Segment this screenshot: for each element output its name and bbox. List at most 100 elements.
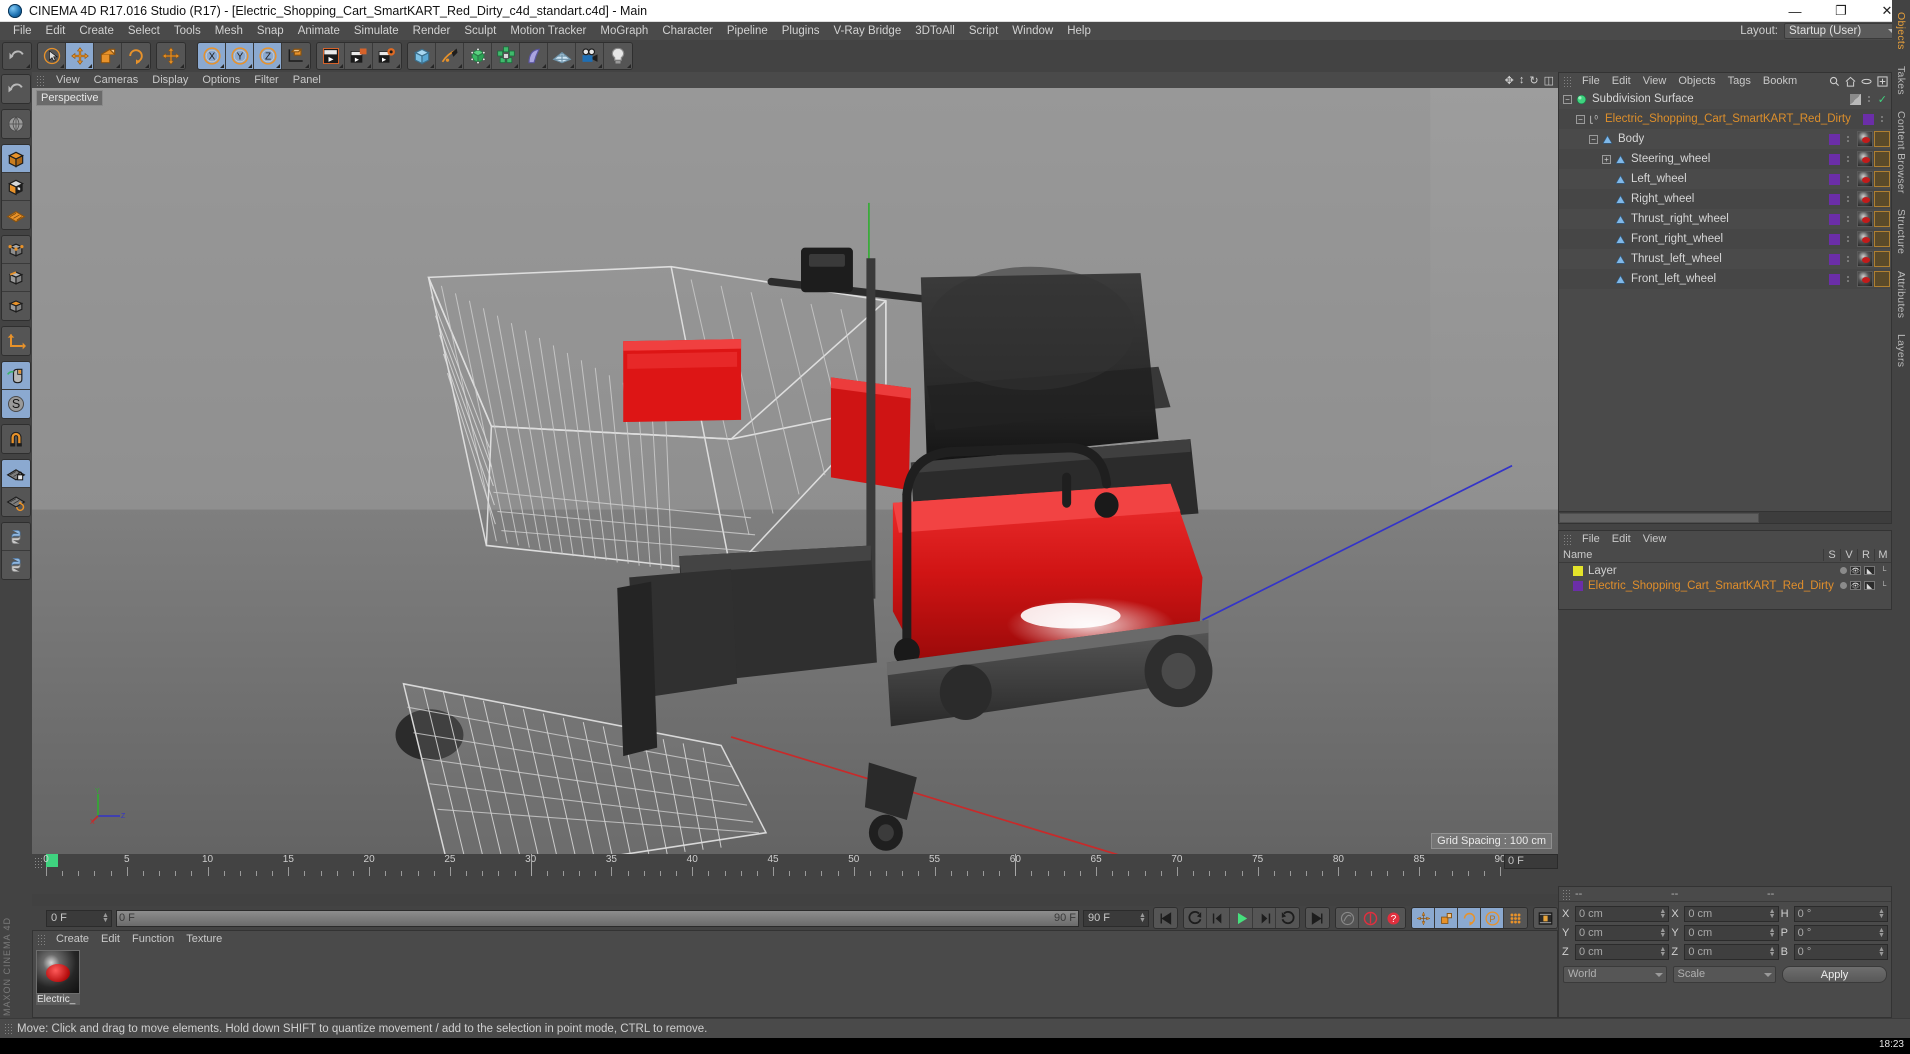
uv-tag[interactable] (1874, 211, 1890, 227)
collapse-node-icon[interactable]: − (1563, 94, 1572, 104)
rotate-tool-button[interactable] (122, 43, 150, 69)
material-thumbnail[interactable] (36, 950, 80, 994)
snap-magnet-button[interactable] (2, 425, 30, 453)
render-view-button[interactable] (317, 43, 345, 69)
visibility-dots[interactable] (1844, 256, 1852, 262)
menu-character[interactable]: Character (655, 22, 720, 40)
panel-grip-icon[interactable] (34, 857, 43, 870)
matmgr-menu-function[interactable]: Function (126, 931, 180, 947)
menu-mesh[interactable]: Mesh (208, 22, 250, 40)
coordinate-system-select[interactable]: World (1563, 966, 1667, 983)
menu-create[interactable]: Create (72, 22, 121, 40)
restore-button[interactable]: ❐ (1818, 0, 1864, 22)
make-editable-button[interactable] (2, 110, 30, 138)
layer-row[interactable]: Layer 👁 ◣ └ (1559, 563, 1891, 578)
panel-grip-icon[interactable] (37, 933, 46, 945)
menu-script[interactable]: Script (962, 22, 1005, 40)
home-icon[interactable] (1845, 76, 1856, 87)
layer-color-chip[interactable] (1829, 273, 1840, 285)
python-script-button[interactable] (2, 523, 30, 551)
menu-v-ray-bridge[interactable]: V-Ray Bridge (826, 22, 908, 40)
current-frame-field[interactable]: 0 F ▲ ▼ (46, 909, 112, 927)
menu-motion-tracker[interactable]: Motion Tracker (503, 22, 593, 40)
layer-color-chip[interactable] (1829, 193, 1840, 205)
uv-tag[interactable] (1874, 271, 1890, 287)
matmgr-menu-edit[interactable]: Edit (95, 931, 126, 947)
workplane-mode-button[interactable] (2, 201, 30, 229)
layermgr-menu-file[interactable]: File (1576, 531, 1606, 547)
menu-mograph[interactable]: MoGraph (593, 22, 655, 40)
menu-file[interactable]: File (6, 22, 39, 40)
add-deformer-button[interactable] (520, 43, 548, 69)
material-tag[interactable] (1857, 131, 1873, 147)
lock-workplane-button[interactable] (2, 460, 30, 488)
points-mode-button[interactable] (2, 236, 30, 264)
step-forward-button[interactable] (1253, 908, 1276, 928)
coord-field-rotation-p[interactable]: 0 ° ▲ ▼ (1793, 925, 1888, 941)
coord-field-rotation-b[interactable]: 0 ° ▲ ▼ (1793, 944, 1888, 960)
material-tag[interactable] (1857, 271, 1873, 287)
layout-select[interactable]: Startup (User) (1784, 23, 1902, 39)
spinner-icon[interactable]: ▲ ▼ (1659, 946, 1666, 958)
objmgr-menu-view[interactable]: View (1637, 73, 1673, 89)
layer-color-chip[interactable] (1829, 213, 1840, 225)
viewport-menu-panel[interactable]: Panel (286, 72, 328, 88)
uv-tag[interactable] (1874, 171, 1890, 187)
material-tag[interactable] (1857, 191, 1873, 207)
panel-grip-icon[interactable] (4, 1023, 13, 1034)
matmgr-menu-texture[interactable]: Texture (180, 931, 228, 947)
visible-toggle-icon[interactable]: 👁 (1850, 566, 1861, 575)
add-spline-button[interactable] (436, 43, 464, 69)
menu-snap[interactable]: Snap (250, 22, 291, 40)
material-tag[interactable] (1857, 251, 1873, 267)
timeline-mode-button[interactable] (1534, 908, 1557, 928)
undo-button[interactable] (3, 43, 31, 69)
menu-window[interactable]: Window (1005, 22, 1060, 40)
render-settings-button[interactable] (373, 43, 401, 69)
menu-animate[interactable]: Animate (291, 22, 347, 40)
visible-toggle-icon[interactable]: 👁 (1850, 581, 1861, 590)
render-toggle-icon[interactable]: ◣ (1864, 581, 1875, 590)
render-to-picture-viewer-button[interactable] (345, 43, 373, 69)
scale-tool-button[interactable] (94, 43, 122, 69)
move-tool-button[interactable] (66, 43, 94, 69)
lock-x-button[interactable]: X (198, 43, 226, 69)
viewport-menu-view[interactable]: View (49, 72, 87, 88)
objmgr-menu-objects[interactable]: Objects (1672, 73, 1721, 89)
uv-tag[interactable] (1874, 191, 1890, 207)
add-nurbs-button[interactable] (464, 43, 492, 69)
previous-keyframe-button[interactable] (1184, 908, 1207, 928)
uv-tag[interactable] (1874, 131, 1890, 147)
key-position-button[interactable] (1412, 908, 1435, 928)
layer-color-chip[interactable] (1829, 233, 1840, 245)
uv-tag[interactable] (1874, 151, 1890, 167)
enabled-check-icon[interactable]: ✓ (1878, 93, 1887, 106)
layer-color-swatch[interactable] (1573, 565, 1583, 576)
menu-edit[interactable]: Edit (39, 22, 73, 40)
add-array-button[interactable] (492, 43, 520, 69)
visibility-dots[interactable] (1844, 196, 1852, 202)
side-tab-objects[interactable]: Objects (1895, 4, 1907, 58)
minimize-button[interactable]: — (1772, 0, 1818, 22)
play-button[interactable] (1230, 908, 1253, 928)
coord-field-position-y[interactable]: 0 cm ▲ ▼ (1575, 925, 1670, 941)
object-row[interactable]: Front_right_wheel (1559, 229, 1891, 249)
spinner-icon[interactable]: ▲ ▼ (1139, 912, 1146, 924)
object-axis-mode-button[interactable] (2, 327, 30, 355)
material-tag[interactable] (1857, 171, 1873, 187)
layer-color-swatch[interactable] (1573, 580, 1583, 591)
object-row[interactable]: Left_wheel (1559, 169, 1891, 189)
add-camera-button[interactable] (576, 43, 604, 69)
timeline-right-field[interactable]: 0 F (1504, 854, 1558, 869)
end-frame-field[interactable]: 90 F ▲ ▼ (1083, 909, 1149, 927)
layer-color-chip[interactable] (1829, 253, 1840, 265)
model-mode-button[interactable] (2, 145, 30, 173)
undo-view-button[interactable] (2, 75, 30, 103)
object-row[interactable]: Thrust_right_wheel (1559, 209, 1891, 229)
workplane-rotate-button[interactable] (2, 488, 30, 516)
menu-pipeline[interactable]: Pipeline (720, 22, 775, 40)
visibility-dots[interactable] (1844, 136, 1852, 142)
objmgr-menu-edit[interactable]: Edit (1606, 73, 1637, 89)
side-tab-attributes[interactable]: Attributes (1895, 263, 1907, 326)
coord-field-position-x[interactable]: 0 cm ▲ ▼ (1575, 906, 1670, 922)
